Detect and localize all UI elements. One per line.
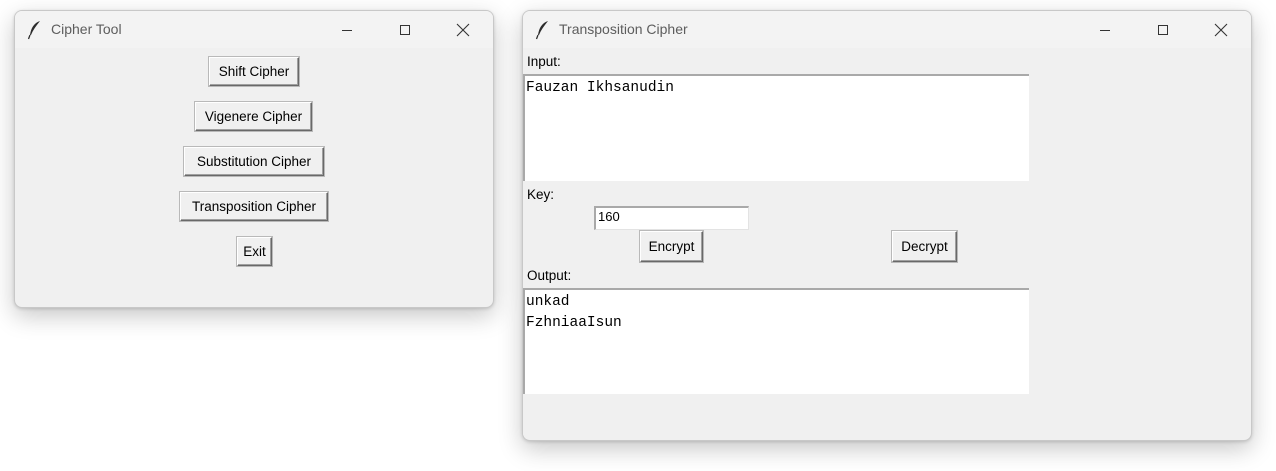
feather-icon — [27, 21, 40, 40]
maximize-button[interactable] — [382, 11, 428, 48]
exit-label: Exit — [243, 244, 266, 259]
transposition-cipher-label: Transposition Cipher — [191, 199, 317, 214]
minimize-icon — [342, 29, 352, 31]
decrypt-button[interactable]: Decrypt — [892, 231, 957, 262]
input-textarea[interactable]: Fauzan Ikhsanudin — [523, 74, 1029, 181]
window-title: Cipher Tool — [51, 21, 122, 37]
maximize-icon — [1158, 24, 1168, 35]
exit-button[interactable]: Exit — [237, 237, 272, 266]
close-icon — [456, 23, 470, 36]
input-label: Input: — [527, 54, 561, 69]
minimize-button[interactable] — [1082, 11, 1128, 48]
decrypt-label: Decrypt — [901, 239, 948, 254]
feather-icon — [535, 21, 548, 40]
close-icon — [1214, 23, 1228, 36]
title-bar[interactable]: Transposition Cipher — [523, 11, 1251, 48]
window-title: Transposition Cipher — [559, 21, 688, 37]
vigenere-cipher-label: Vigenere Cipher — [204, 109, 303, 124]
close-button[interactable] — [440, 11, 486, 48]
minimize-button[interactable] — [324, 11, 370, 48]
shift-cipher-label: Shift Cipher — [218, 64, 290, 79]
shift-cipher-button[interactable]: Shift Cipher — [209, 57, 299, 86]
cipher-tool-window: Cipher Tool Shift Cipher Vigenere Cipher… — [14, 10, 494, 308]
output-textarea[interactable]: unkad FzhniaaIsun — [523, 288, 1029, 394]
vigenere-cipher-button[interactable]: Vigenere Cipher — [195, 102, 312, 131]
title-bar[interactable]: Cipher Tool — [15, 11, 493, 48]
key-input[interactable]: 160 — [594, 206, 749, 230]
transposition-cipher-button[interactable]: Transposition Cipher — [180, 192, 328, 221]
maximize-button[interactable] — [1140, 11, 1186, 48]
output-label: Output: — [527, 268, 572, 283]
close-button[interactable] — [1198, 11, 1244, 48]
minimize-icon — [1100, 29, 1110, 31]
substitution-cipher-label: Substitution Cipher — [196, 154, 312, 169]
key-label: Key: — [527, 187, 555, 202]
content-area — [176, 48, 324, 306]
encrypt-label: Encrypt — [648, 239, 695, 254]
encrypt-button[interactable]: Encrypt — [640, 231, 703, 262]
maximize-icon — [400, 24, 410, 35]
substitution-cipher-button[interactable]: Substitution Cipher — [184, 147, 324, 176]
transposition-cipher-window: Transposition Cipher Input: Fauzan Ikhsa… — [522, 10, 1252, 441]
